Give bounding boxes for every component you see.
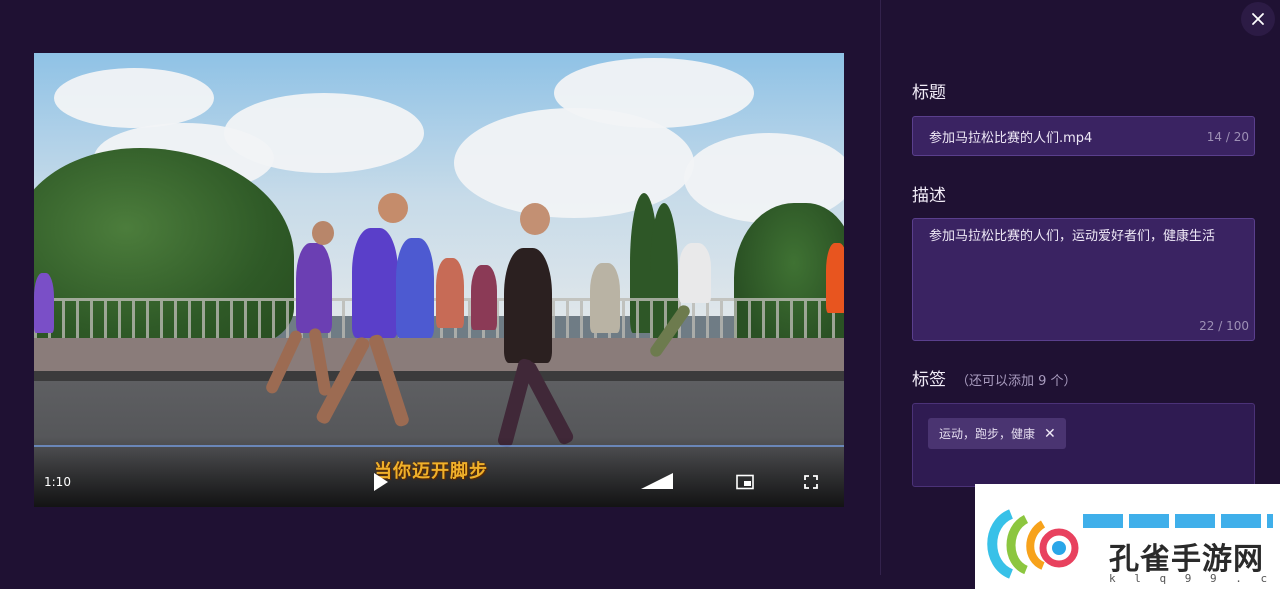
runner <box>679 243 711 303</box>
title-label: 标题 <box>912 83 946 103</box>
progress-bar[interactable] <box>34 445 844 447</box>
current-time: 1:10 <box>44 475 71 489</box>
video-player[interactable]: 当你迈开脚步 1:10 <box>34 53 844 507</box>
watermark: 孔雀手游网 k l q 9 9 . c o m <box>975 484 1280 589</box>
curb <box>34 371 844 381</box>
picture-in-picture-icon <box>736 474 754 490</box>
runner <box>296 243 332 333</box>
play-button[interactable] <box>372 472 390 492</box>
picture-in-picture-button[interactable] <box>736 474 754 490</box>
runner <box>34 273 54 333</box>
description-label: 描述 <box>912 186 946 206</box>
description-char-counter: 22 / 100 <box>1199 319 1249 333</box>
tags-label-row: 标签 （还可以添加 9 个） <box>912 365 1077 390</box>
cloud <box>554 58 754 128</box>
watermark-stripe <box>1083 514 1273 528</box>
runner <box>352 228 398 338</box>
title-field[interactable]: 14 / 20 <box>912 116 1255 156</box>
spectator <box>471 265 497 330</box>
spectator <box>590 263 620 333</box>
tag-remove-icon[interactable]: ✕ <box>1044 426 1056 442</box>
video-subtitle: 当你迈开脚步 <box>374 461 488 482</box>
runner-head <box>520 203 550 235</box>
play-icon <box>374 473 388 491</box>
fullscreen-button[interactable] <box>804 474 818 489</box>
spectator <box>436 258 464 328</box>
title-input[interactable] <box>929 117 1199 155</box>
volume-slider[interactable] <box>640 472 674 490</box>
runner <box>826 243 844 313</box>
panel-divider <box>880 0 881 575</box>
watermark-url: k l q 9 9 . c o m <box>1109 572 1274 589</box>
volume-icon <box>641 473 673 489</box>
tags-hint: （还可以添加 9 个） <box>956 374 1077 389</box>
description-field[interactable]: 参加马拉松比赛的人们，运动爱好者们，健康生活 22 / 100 <box>912 218 1255 341</box>
runner-head <box>378 193 408 223</box>
peacock-logo-icon <box>987 509 1079 579</box>
fullscreen-icon <box>804 475 818 489</box>
description-input[interactable]: 参加马拉松比赛的人们，运动爱好者们，健康生活 <box>929 226 1234 316</box>
tag-chip-label: 运动，跑步，健康 <box>939 427 1036 441</box>
runner-head <box>312 221 334 245</box>
cloud <box>54 68 214 128</box>
close-button[interactable] <box>1241 2 1275 36</box>
title-char-counter: 14 / 20 <box>1206 130 1249 144</box>
tag-chip[interactable]: 运动，跑步，健康 ✕ <box>928 418 1066 449</box>
tags-label: 标签 <box>912 370 946 390</box>
tags-input[interactable]: 运动，跑步，健康 ✕ <box>912 403 1255 487</box>
close-icon <box>1252 13 1264 25</box>
runner <box>504 248 552 363</box>
runner <box>396 238 434 338</box>
